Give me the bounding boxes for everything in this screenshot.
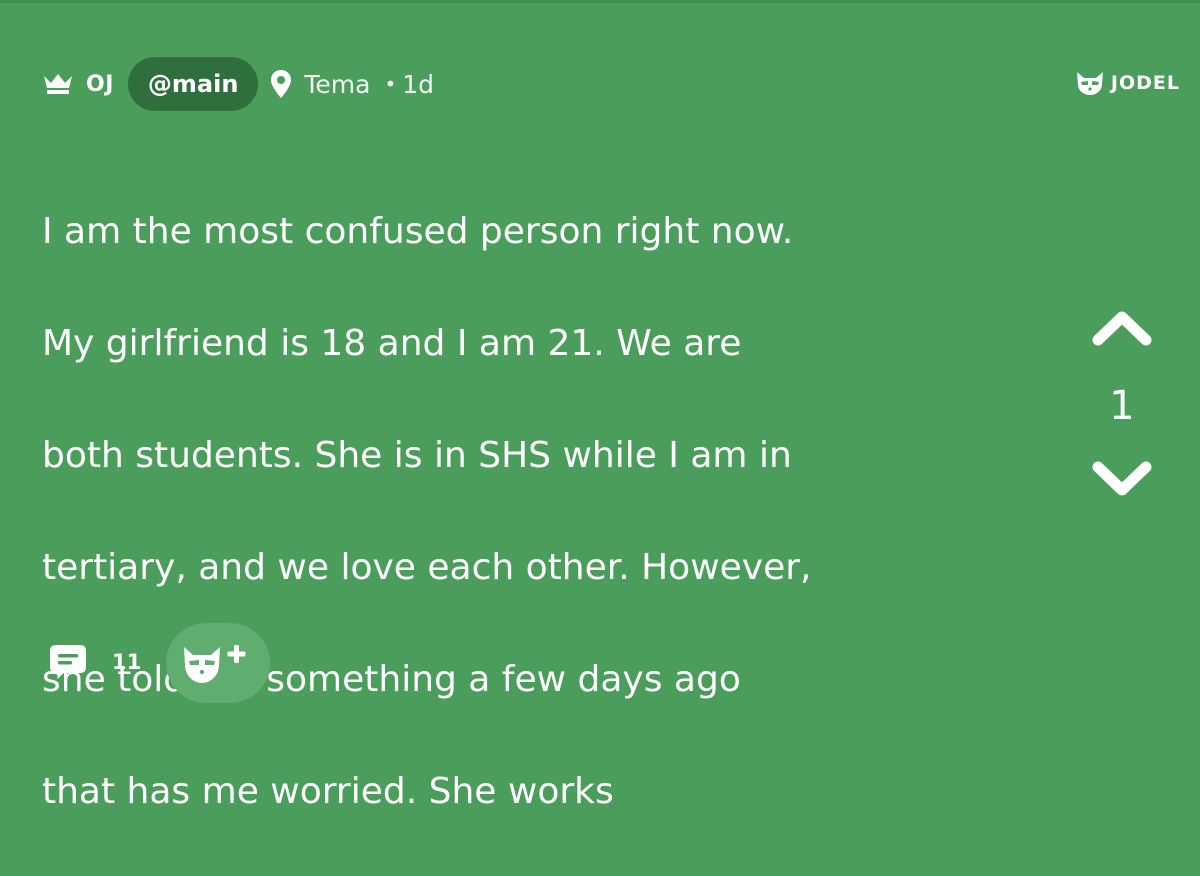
post-line: tertiary, and we love each other. Howeve… <box>42 547 812 588</box>
post-line: both students. She is in SHS while I am … <box>42 435 792 476</box>
post-body: I am the most confused person right now.… <box>42 148 1032 876</box>
post-line: I am the most confused person right now. <box>42 211 794 252</box>
comment-icon <box>50 645 86 679</box>
post-line: My girlfriend is 18 and I am 21. We are <box>42 323 742 364</box>
jodel-plus-icon <box>184 645 246 683</box>
location-label: Tema <box>304 69 371 99</box>
post-line: that has me worried. She works <box>42 771 614 812</box>
comment-count: 11 <box>112 650 142 674</box>
jodel-brand: JODEL <box>1075 70 1180 96</box>
chevron-up-icon <box>1092 311 1152 346</box>
author-label: OJ <box>86 71 114 97</box>
brand-name: JODEL <box>1110 72 1180 94</box>
post-age: 1d <box>402 69 435 99</box>
channel-pill[interactable]: @main <box>127 57 259 111</box>
top-divider <box>0 0 1200 3</box>
location-pin-icon <box>271 70 292 98</box>
comments-button[interactable]: 11 <box>48 643 141 681</box>
jodel-logo-icon <box>1076 72 1103 95</box>
crown-icon <box>44 74 72 94</box>
upvote-button[interactable] <box>1082 302 1162 352</box>
vote-count: 1 <box>1109 383 1135 429</box>
post-header: OJ @main Tema • 1d <box>42 56 434 112</box>
downvote-button[interactable] <box>1082 455 1162 505</box>
add-jodel-button[interactable] <box>166 623 270 703</box>
separator-dot: • <box>384 72 397 96</box>
chevron-down-icon <box>1092 461 1152 496</box>
